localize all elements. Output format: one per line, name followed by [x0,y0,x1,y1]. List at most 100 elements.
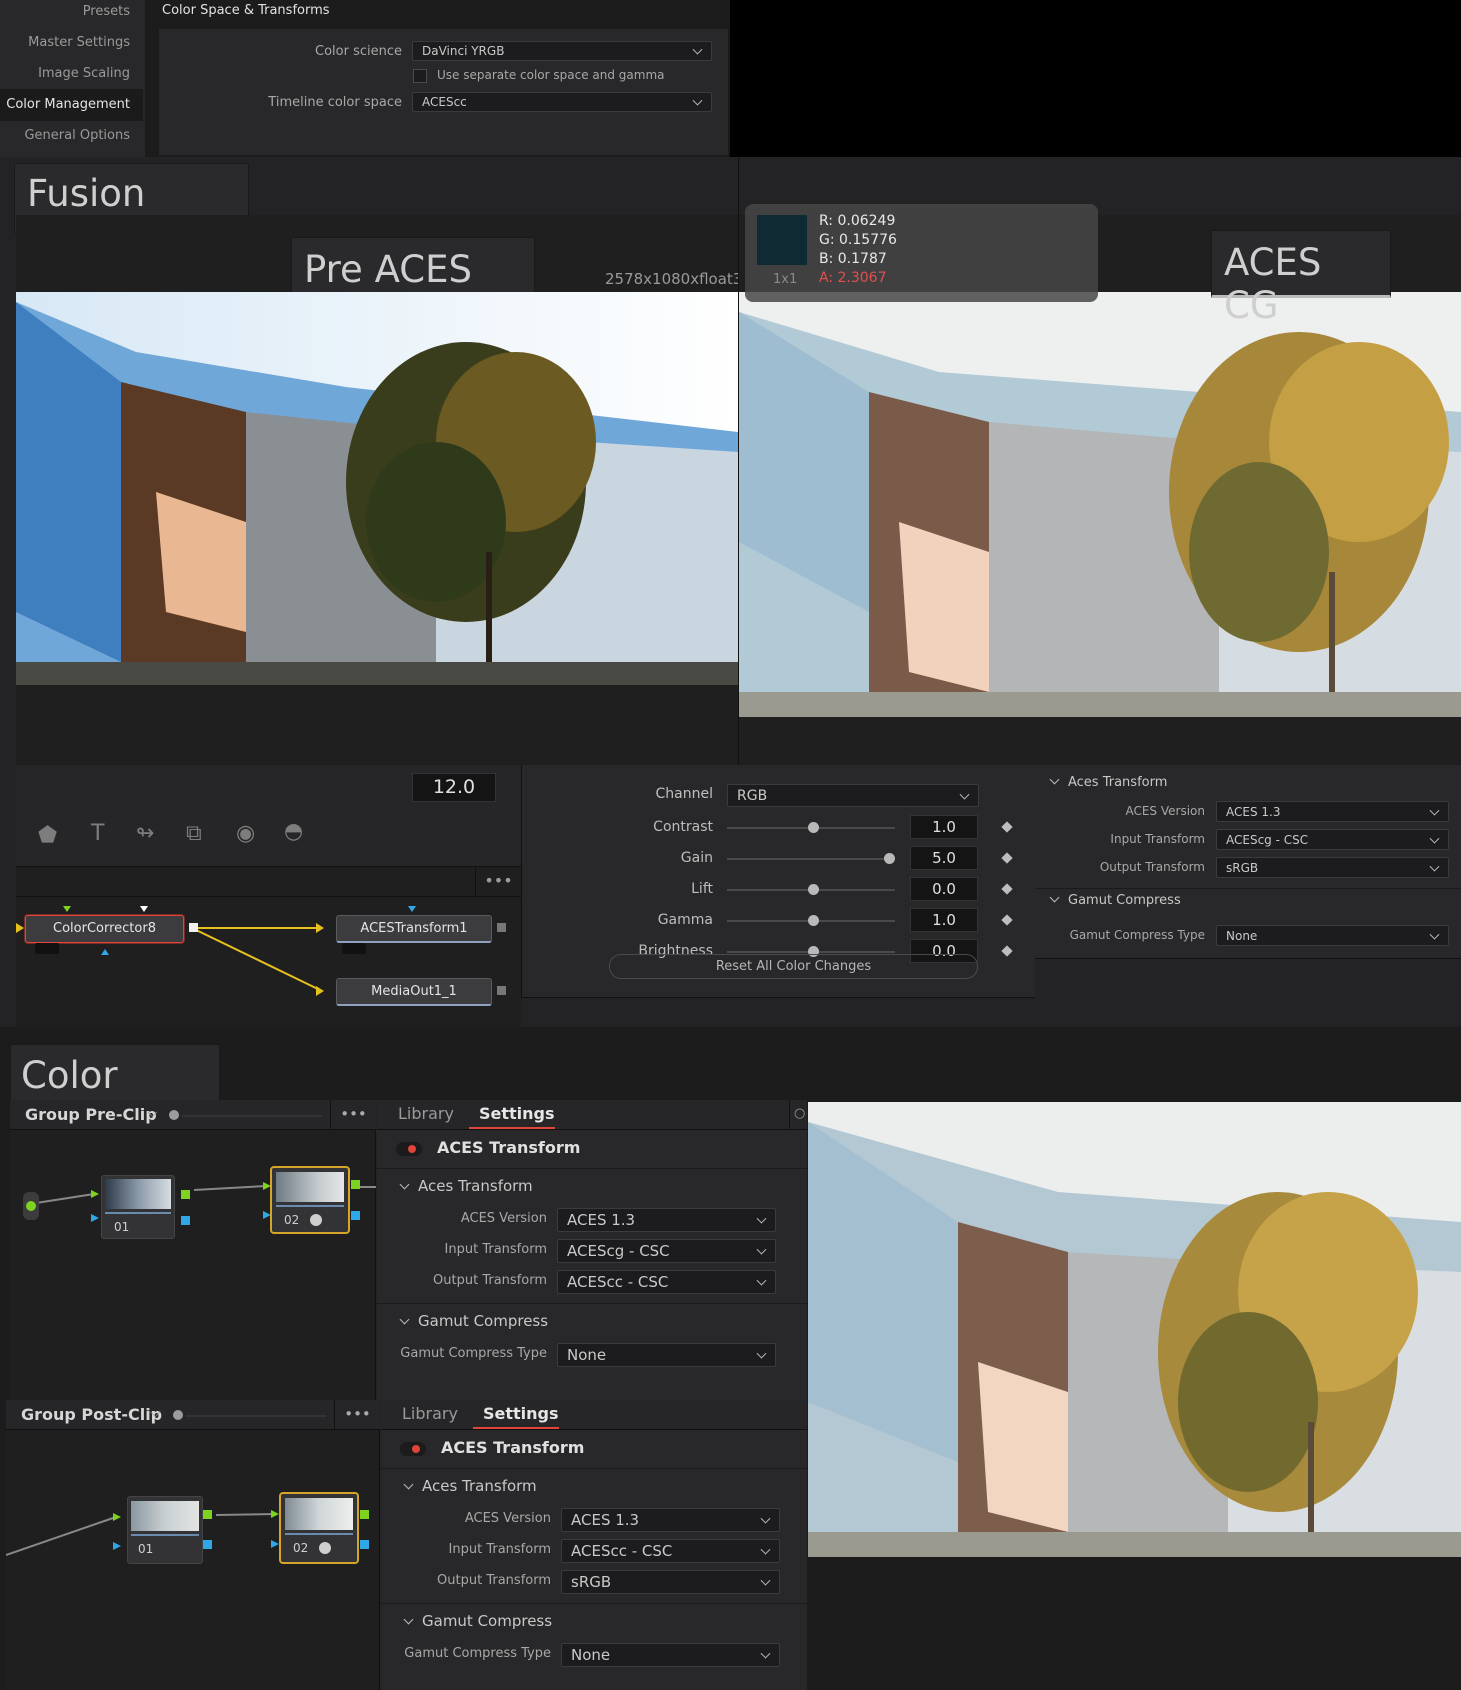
post-node-01[interactable]: 01 [127,1496,203,1564]
cc-slider-track[interactable] [727,946,895,957]
gamut-section-header[interactable]: Gamut Compress [1049,892,1181,908]
group-slider-knob[interactable] [173,1410,183,1420]
output-port[interactable] [360,1510,369,1519]
channel-dropdown[interactable]: RGB [727,784,979,807]
input-transform-dropdown[interactable]: ACEScg - CSC [557,1239,776,1263]
cc-value-field[interactable]: 5.0 [910,846,978,870]
output-transform-dropdown[interactable]: sRGB [561,1570,780,1594]
cc-slider-knob[interactable] [808,822,819,833]
aces-version-dropdown[interactable]: ACES 1.3 [1216,801,1449,822]
cc-slider-knob[interactable] [808,884,819,895]
cc-row-label: Gain [680,850,713,866]
search-icon[interactable]: ○ [789,1100,807,1130]
chevron-down-icon [959,789,970,800]
chevron-down-icon[interactable]: ⌵ [150,1405,161,1421]
output-port[interactable] [497,923,506,932]
pre-group-label[interactable]: Group Pre-Clip [25,1105,157,1124]
cc-slider-track[interactable] [727,822,895,833]
keyframe-diamond-icon[interactable] [1001,914,1013,926]
color-page-viewer[interactable] [808,1102,1461,1557]
node-acestransform[interactable]: ACESTransform1 [336,915,492,943]
input-transform-dropdown[interactable]: ACEScg - CSC [1216,829,1449,850]
node-toggle[interactable] [35,943,59,954]
cc-slider-track[interactable] [727,884,895,895]
output-port[interactable] [360,1540,369,1549]
post-node-02[interactable]: 02 [279,1492,359,1564]
post-group-label[interactable]: Group Post-Clip [21,1405,162,1424]
node-thumbnail [276,1172,344,1202]
output-transform-label: Output Transform [1099,860,1205,874]
more-options-icon[interactable]: ••• [334,1400,380,1430]
output-transform-dropdown[interactable]: sRGB [1216,857,1449,878]
cc-value-field[interactable]: 0.0 [910,877,978,901]
cc-value-field[interactable]: 1.0 [910,815,978,839]
cc-slider-knob[interactable] [884,853,896,864]
aces-version-value: ACES 1.3 [567,1211,636,1229]
output-transform-value: sRGB [1226,860,1259,875]
group-slider-track[interactable] [182,1115,322,1117]
cc-slider-knob[interactable] [808,915,819,926]
cc-value-field[interactable]: 1.0 [910,908,978,932]
more-options-icon[interactable]: ••• [330,1100,376,1130]
separate-gamma-checkbox[interactable] [413,69,427,83]
cc-slider-track[interactable] [727,853,896,864]
sidebar-item-color-management[interactable]: Color Management [0,89,143,121]
output-port[interactable] [181,1216,190,1225]
gamut-type-dropdown[interactable]: None [561,1643,780,1667]
post-node-graph[interactable]: Group Post-Clip ⌵ ••• 01 02 [6,1400,380,1690]
pre-node-02[interactable]: 02 [270,1166,350,1234]
pre-node-01[interactable]: 01 [101,1175,175,1239]
timeline-color-space-dropdown[interactable]: ACEScc [412,92,712,112]
aces-version-dropdown[interactable]: ACES 1.3 [561,1508,780,1532]
node-colorcorrector[interactable]: ColorCorrector8 [25,915,184,943]
output-port[interactable] [351,1180,360,1189]
node-number: 01 [138,1542,154,1556]
gamut-type-dropdown[interactable]: None [557,1343,776,1367]
sidebar-item-general-options[interactable]: General Options [0,120,143,152]
gamut-type-dropdown[interactable]: None [1216,925,1449,946]
color-science-dropdown[interactable]: DaVinci YRGB [412,41,712,61]
fx-enable-toggle[interactable] [396,1142,422,1156]
fx-enable-toggle[interactable] [400,1442,426,1456]
output-port[interactable] [181,1190,190,1199]
output-port[interactable] [189,923,198,932]
keyframe-diamond-icon[interactable] [1001,883,1013,895]
group-slider-knob[interactable] [169,1110,179,1120]
reset-color-changes-button[interactable]: Reset All Color Changes [609,954,978,979]
output-port[interactable] [203,1540,212,1549]
chevron-down-icon[interactable]: ⌵ [147,1105,158,1121]
gamut-section-header[interactable]: Gamut Compress [403,1612,552,1630]
gamut-section-header[interactable]: Gamut Compress [399,1312,548,1330]
left-viewer[interactable]: Pre ACES CG 2578x1080xfloat32 [16,215,752,765]
output-port[interactable] [203,1510,212,1519]
tab-settings[interactable]: Settings [483,1404,559,1423]
sidebar-item-presets[interactable]: Presets [0,0,143,28]
aces-section-header[interactable]: Aces Transform [403,1477,537,1495]
aces-version-dropdown[interactable]: ACES 1.3 [557,1208,776,1232]
keyframe-diamond-icon[interactable] [1001,852,1013,864]
aces-section-header[interactable]: Aces Transform [1049,774,1167,790]
source-input[interactable] [23,1192,39,1220]
output-port[interactable] [351,1211,360,1220]
tab-library[interactable]: Library [398,1104,454,1123]
input-transform-dropdown[interactable]: ACEScc - CSC [561,1539,780,1563]
pre-node-graph[interactable]: Group Pre-Clip ⌵ ••• 01 02 [10,1100,376,1400]
output-transform-dropdown[interactable]: ACEScc - CSC [557,1270,776,1294]
sidebar-item-master-settings[interactable]: Master Settings [0,27,143,59]
right-viewer[interactable]: R: 0.06249 G: 0.15776 B: 0.1787 A: 2.306… [739,204,1461,765]
group-slider-track[interactable] [186,1415,326,1417]
cc-slider-track[interactable] [727,915,895,926]
tab-settings[interactable]: Settings [479,1104,555,1123]
color-science-label: Color science [315,44,402,59]
node-editor[interactable]: 12.0 ⬟ T ↬ ⧉ ◉ ◓ ••• ColorCorrector8 ACE… [16,765,521,1027]
chevron-down-icon [399,1179,410,1190]
aces-section-header[interactable]: Aces Transform [399,1177,533,1195]
tab-library[interactable]: Library [402,1404,458,1423]
sidebar-item-image-scaling[interactable]: Image Scaling [0,58,143,90]
timeline-color-space-value: ACEScc [422,95,467,109]
output-port[interactable] [497,986,506,995]
keyframe-diamond-icon[interactable] [1001,821,1013,833]
node-toggle[interactable] [342,943,366,954]
node-mediaout[interactable]: MediaOut1_1 [336,978,492,1006]
keyframe-diamond-icon[interactable] [1001,945,1013,957]
